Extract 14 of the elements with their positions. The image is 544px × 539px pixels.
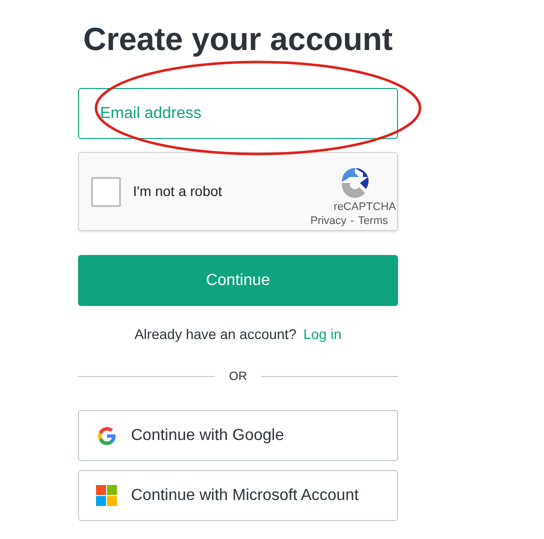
separator-text: - [350,214,354,228]
provider-button[interactable]: Continue with Microsoft Account [78,470,398,521]
captcha-checkbox[interactable] [91,176,121,206]
divider-text: OR [229,368,247,385]
email-field[interactable]: Email address [78,88,398,139]
four-squares-icon [96,485,117,506]
captcha-label: I'm not a robot [133,182,222,201]
terms-link[interactable]: Terms [358,214,388,228]
login-prompt-text: Already have an account? [134,325,296,344]
provider-button[interactable]: Continue with Google [78,410,398,461]
recaptcha-label: reCAPTCHA [334,201,396,214]
page-title: Create your account [82,20,394,58]
privacy-link[interactable]: Privacy [310,214,346,228]
google-logo-icon [96,426,117,444]
